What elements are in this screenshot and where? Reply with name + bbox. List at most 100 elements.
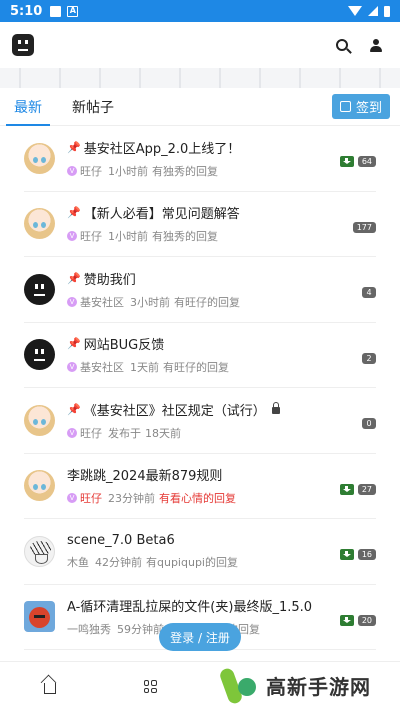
- post-title: A-循环清理乱拉屎的文件(夹)最终版_1.5.0: [67, 600, 313, 616]
- post-time: 1小时前: [108, 230, 148, 244]
- post-time: 42分钟前: [95, 555, 142, 569]
- avatar[interactable]: [24, 470, 55, 502]
- app-notification-icon: A: [67, 5, 79, 17]
- verified-badge-icon: V: [67, 165, 77, 176]
- post-meta: V 基安社区 1天前 有旺仔的回复: [67, 359, 376, 375]
- avatar[interactable]: [24, 535, 55, 567]
- verified-badge-icon: V: [67, 427, 77, 438]
- header-decoration: [0, 68, 400, 88]
- reply-count-badge: 64: [357, 156, 376, 167]
- post-title-line: 📌 赞助我们: [67, 269, 376, 288]
- post-list: 📌 基安社区App_2.0上线了！ V 旺仔 1小时前 有独秀的回复 64 📌 【新人必看】常见…: [0, 126, 400, 650]
- post-row[interactable]: scene_7.0 Beta6 木鱼 42分钟前 有qupiqupi的回复 16: [24, 519, 376, 585]
- post-meta: V 旺仔 23分钟前 有看心情的回复: [67, 490, 376, 506]
- tab-latest[interactable]: 最新: [6, 89, 50, 126]
- avatar[interactable]: [24, 273, 55, 305]
- post-time: 3小时前: [130, 295, 170, 309]
- nav-home[interactable]: [0, 679, 100, 694]
- post-author[interactable]: 木鱼: [67, 554, 89, 570]
- reply-count-badge: 2: [362, 352, 376, 364]
- nav-categories[interactable]: [100, 680, 200, 693]
- pin-icon: 📌: [67, 140, 81, 154]
- avatar[interactable]: [24, 142, 55, 174]
- post-author[interactable]: 旺仔: [80, 228, 102, 244]
- watermark-logo-icon: [218, 663, 262, 708]
- post-author[interactable]: 旺仔: [80, 490, 102, 506]
- post-last-reply: 有旺仔的回复: [163, 361, 229, 375]
- verified-badge-icon: V: [67, 296, 77, 307]
- calendar-icon: [339, 101, 351, 112]
- pin-icon: 📌: [67, 337, 81, 351]
- avatar[interactable]: [24, 208, 55, 240]
- reply-count-badge: 27: [357, 483, 376, 495]
- post-author[interactable]: 旺仔: [80, 425, 102, 441]
- search-icon[interactable]: [336, 39, 348, 51]
- post-title-line: scene_7.0 Beta6: [67, 533, 376, 548]
- avatar[interactable]: [24, 601, 55, 633]
- post-meta: V 旺仔 发布于 18天前: [67, 425, 376, 441]
- post-title: 《基安社区》社区规定（试行）: [83, 403, 266, 419]
- post-row[interactable]: 李跳跳_2024最新879规则 V 旺仔 23分钟前 有看心情的回复 27: [24, 454, 376, 519]
- download-icon: [339, 614, 354, 626]
- post-last-reply: 有看心情的回复: [159, 492, 236, 506]
- reply-count-badge: 20: [357, 614, 376, 626]
- post-author[interactable]: 基安社区: [80, 359, 124, 375]
- reply-count-badge: 0: [362, 418, 376, 429]
- post-last-reply: 有独秀的回复: [152, 230, 218, 244]
- post-meta: 木鱼 42分钟前 有qupiqupi的回复: [67, 554, 376, 570]
- post-last-reply: 有独秀的回复: [152, 164, 218, 178]
- grid-icon: [143, 680, 157, 693]
- download-icon: [339, 483, 354, 495]
- pin-icon: 📌: [67, 402, 81, 416]
- post-row[interactable]: 📌 赞助我们 V 基安社区 3小时前 有旺仔的回复 4: [24, 257, 376, 323]
- notification-icon: [50, 5, 62, 17]
- post-title: 李跳跳_2024最新879规则: [67, 469, 223, 485]
- post-title-line: 📌 基安社区App_2.0上线了！: [67, 138, 376, 157]
- app-logo-icon[interactable]: [12, 34, 34, 56]
- status-time: 5:10: [10, 3, 43, 19]
- user-icon[interactable]: [370, 38, 382, 52]
- post-title: scene_7.0 Beta6: [67, 532, 175, 548]
- watermark-text: 高新手游网: [266, 675, 371, 699]
- verified-badge-icon: V: [67, 493, 77, 504]
- status-bar: 5:10 A: [0, 0, 400, 22]
- post-author[interactable]: 一鸣独秀: [67, 621, 111, 637]
- post-last-reply: 有qupiqupi的回复: [146, 555, 238, 569]
- avatar[interactable]: [24, 404, 55, 436]
- battery-icon: [384, 5, 390, 17]
- post-meta: V 旺仔 1小时前 有独秀的回复: [67, 228, 376, 244]
- post-time: 发布于: [108, 426, 141, 440]
- post-title-line: A-循环清理乱拉屎的文件(夹)最终版_1.5.0: [67, 596, 376, 615]
- watermark: 高新手游网: [218, 660, 400, 711]
- home-icon: [44, 683, 56, 694]
- post-time: 59分钟前: [117, 623, 164, 637]
- post-title-line: 📌 网站BUG反馈: [67, 334, 376, 353]
- post-last-reply: 18天前: [145, 426, 181, 440]
- tab-new-posts[interactable]: 新帖子: [68, 89, 118, 125]
- signin-button[interactable]: 签到: [331, 94, 390, 119]
- post-author[interactable]: 旺仔: [80, 163, 102, 179]
- post-row[interactable]: 📌 《基安社区》社区规定（试行） V 旺仔 发布于 18天前 0: [24, 388, 376, 454]
- app-bar: [0, 22, 400, 68]
- verified-badge-icon: V: [67, 362, 77, 373]
- post-title-line: 李跳跳_2024最新879规则: [67, 465, 376, 484]
- post-title-line: 📌 【新人必看】常见问题解答: [67, 203, 376, 222]
- verified-badge-icon: V: [67, 231, 77, 242]
- post-row[interactable]: 📌 【新人必看】常见问题解答 V 旺仔 1小时前 有独秀的回复 177: [24, 192, 376, 257]
- pin-icon: 📌: [67, 206, 81, 220]
- post-last-reply: 有旺仔的回复: [174, 295, 240, 309]
- post-title-line: 📌 《基安社区》社区规定（试行）: [67, 400, 376, 419]
- download-icon: [339, 549, 354, 560]
- login-register-button[interactable]: 登录 / 注册: [159, 623, 241, 651]
- reply-count-badge: 177: [352, 221, 376, 233]
- lock-icon: [271, 401, 280, 414]
- post-author[interactable]: 基安社区: [80, 294, 124, 310]
- post-row[interactable]: 📌 基安社区App_2.0上线了！ V 旺仔 1小时前 有独秀的回复 64: [24, 126, 376, 192]
- post-time: 23分钟前: [108, 492, 155, 506]
- post-title: 网站BUG反馈: [83, 338, 165, 354]
- post-meta: V 基安社区 3小时前 有旺仔的回复: [67, 294, 376, 310]
- signal-icon: [368, 6, 378, 16]
- post-title: 赞助我们: [83, 272, 136, 288]
- post-row[interactable]: 📌 网站BUG反馈 V 基安社区 1天前 有旺仔的回复 2: [24, 323, 376, 388]
- avatar[interactable]: [24, 339, 55, 371]
